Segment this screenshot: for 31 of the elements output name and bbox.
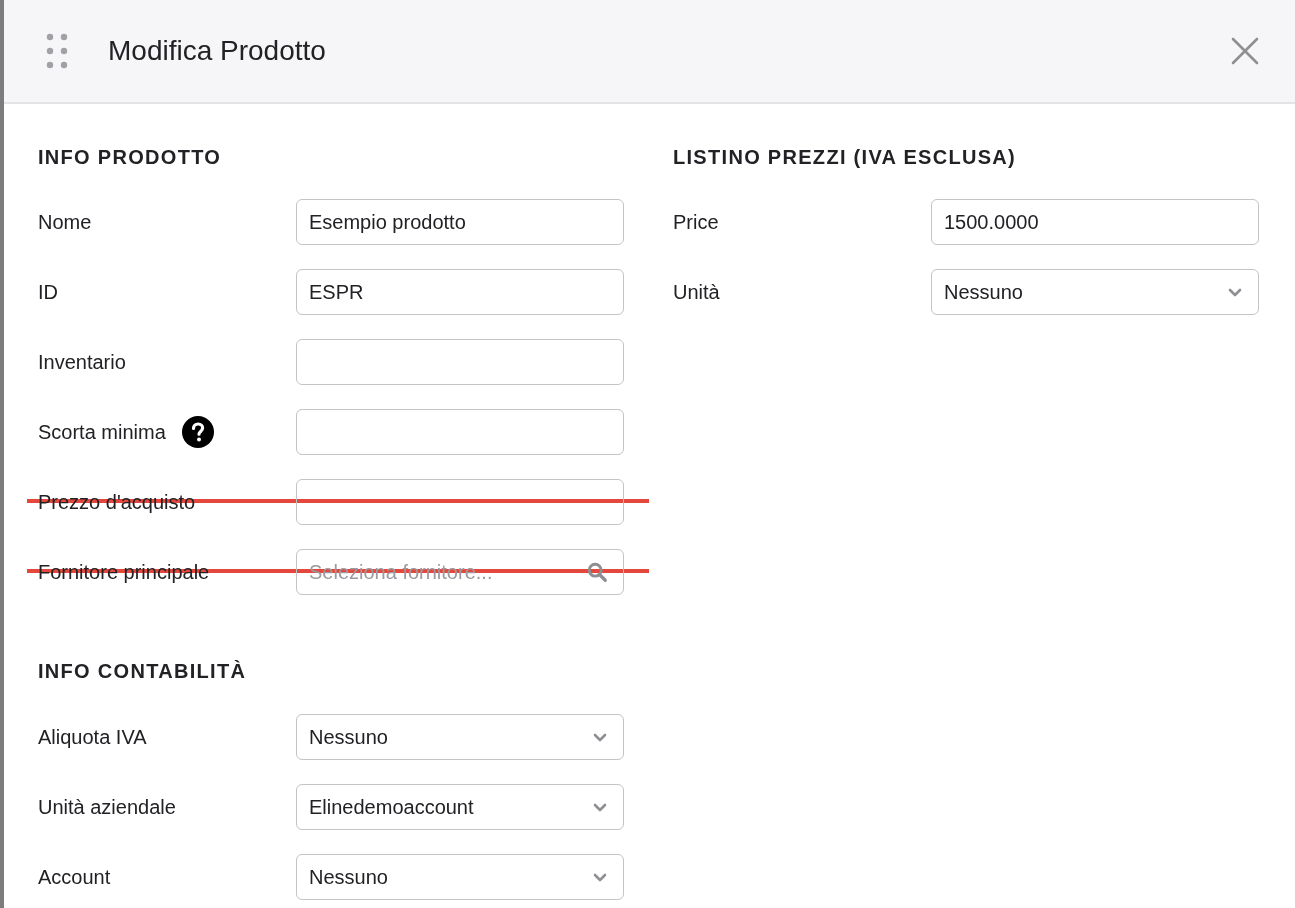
- text-field[interactable]: Esempio prodotto: [296, 199, 624, 245]
- text-field[interactable]: [296, 479, 624, 525]
- search-icon: [586, 561, 608, 583]
- field-label: Inventario: [38, 350, 126, 374]
- chevron-down-icon: [593, 802, 607, 812]
- chevron-down-icon: [593, 732, 607, 742]
- text-field[interactable]: ESPR: [296, 269, 624, 315]
- drag-handle-icon[interactable]: [46, 33, 68, 69]
- dialog-title: Modifica Prodotto: [108, 35, 327, 67]
- select-dropdown[interactable]: Nessuno: [296, 854, 624, 900]
- section-heading: INFO CONTABILITÀ: [38, 659, 248, 683]
- select-dropdown[interactable]: Elinedemoaccount: [296, 784, 624, 830]
- field-label: Aliquota IVA: [38, 725, 147, 749]
- field-label: Scorta minima: [38, 420, 166, 444]
- section-heading: INFO PRODOTTO: [38, 145, 223, 169]
- field-label: Unità aziendale: [38, 795, 176, 819]
- field-label: Unità: [673, 280, 720, 304]
- help-icon[interactable]: [181, 416, 214, 448]
- field-label: Account: [38, 865, 111, 889]
- section-heading: LISTINO PREZZI (IVA ESCLUSA): [673, 145, 1018, 169]
- chevron-down-icon: [1228, 287, 1242, 297]
- select-dropdown[interactable]: Nessuno: [931, 269, 1259, 315]
- field-label: Nome: [38, 210, 92, 234]
- field-label: Price: [673, 210, 719, 234]
- text-field[interactable]: [296, 339, 624, 385]
- text-field[interactable]: [296, 409, 624, 455]
- field-label: ID: [38, 280, 58, 304]
- text-field[interactable]: 1500.0000: [931, 199, 1259, 245]
- chevron-down-icon: [593, 872, 607, 882]
- close-icon[interactable]: [1231, 37, 1259, 65]
- select-dropdown[interactable]: Nessuno: [296, 714, 624, 760]
